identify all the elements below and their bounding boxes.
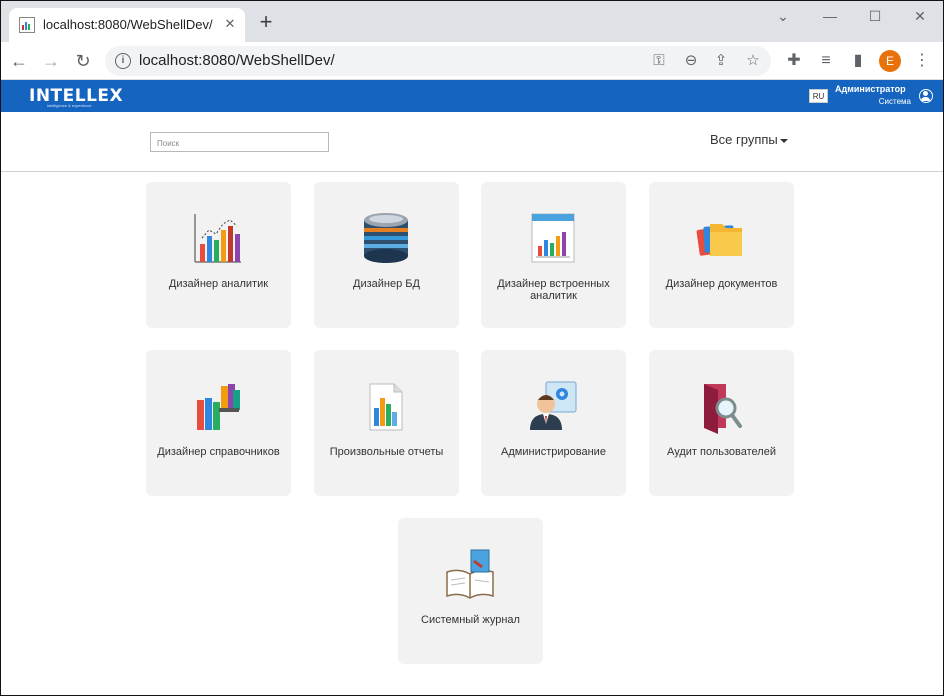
tile-label: Аудит пользователей <box>667 446 776 458</box>
favicon-icon <box>19 17 35 33</box>
bar-chart-icon <box>193 210 243 266</box>
intellex-logo[interactable]: INTELLEX intelligence & experience <box>29 86 123 108</box>
groups-label: Все группы <box>710 132 778 147</box>
zoom-icon[interactable]: ⊖ <box>681 51 701 71</box>
address-bar[interactable]: i localhost:8080/WebShellDev/ ⚿ ⊖ ⇪ ☆ <box>105 46 771 76</box>
url-text[interactable]: localhost:8080/WebShellDev/ <box>139 52 335 69</box>
user-account-icon[interactable] <box>919 89 933 103</box>
new-tab-button[interactable]: + <box>255 11 277 34</box>
audit-magnifier-icon <box>696 378 746 434</box>
tile-label: Системный журнал <box>421 614 520 626</box>
app-header: INTELLEX intelligence & experience RU Ад… <box>1 80 943 112</box>
bookmark-star-icon[interactable]: ☆ <box>743 51 763 71</box>
key-icon[interactable]: ⚿ <box>649 51 669 71</box>
site-info-icon[interactable]: i <box>115 53 131 69</box>
tile-embedded-analytics-designer[interactable]: Дизайнер встроенных аналитик <box>481 182 626 328</box>
user-role: Система <box>878 97 911 106</box>
close-window-button[interactable]: ✕ <box>906 5 934 27</box>
reload-button[interactable]: ↻ <box>71 49 95 73</box>
browser-window: localhost:8080/WebShellDev/ ✕ + ⌄ — ☐ ✕ … <box>0 0 944 696</box>
tab-title: localhost:8080/WebShellDev/ <box>43 17 213 32</box>
user-name[interactable]: Администратор <box>835 84 906 94</box>
report-chart-icon <box>528 210 578 266</box>
tile-system-log[interactable]: Системный журнал <box>398 518 543 664</box>
tile-label: Произвольные отчеты <box>329 446 444 458</box>
caret-down-icon <box>779 138 788 143</box>
forward-button[interactable]: → <box>39 49 63 73</box>
chevron-down-icon[interactable]: ⌄ <box>769 5 797 27</box>
close-tab-icon[interactable]: ✕ <box>221 15 239 33</box>
tile-label: Администрирование <box>501 446 606 458</box>
maximize-button[interactable]: ☐ <box>861 5 889 27</box>
tile-custom-reports[interactable]: Произвольные отчеты <box>314 350 459 496</box>
tile-label: Дизайнер БД <box>353 278 420 290</box>
back-button[interactable]: ← <box>7 49 31 73</box>
extensions-icon[interactable]: ✚ <box>783 50 805 72</box>
profile-avatar[interactable]: E <box>879 50 901 72</box>
browser-toolbar: ← → ↻ i localhost:8080/WebShellDev/ ⚿ ⊖ … <box>1 42 943 80</box>
tab-strip: localhost:8080/WebShellDev/ ✕ + ⌄ — ☐ ✕ <box>1 1 943 42</box>
tile-label: Дизайнер справочников <box>157 446 280 458</box>
tile-analytics-designer[interactable]: Дизайнер аналитик <box>146 182 291 328</box>
system-log-book-icon <box>445 546 495 602</box>
folders-icon <box>696 210 746 266</box>
language-switch[interactable]: RU <box>809 89 828 103</box>
tile-label: Дизайнер документов <box>665 278 778 290</box>
search-input[interactable] <box>151 134 328 153</box>
logo-tagline: intelligence & experience <box>47 103 92 108</box>
tile-db-designer[interactable]: Дизайнер БД <box>314 182 459 328</box>
header-divider <box>1 171 943 172</box>
browser-menu-icon[interactable]: ⋮ <box>911 50 933 72</box>
admin-user-icon <box>528 378 578 434</box>
tile-reference-designer[interactable]: Дизайнер справочников <box>146 350 291 496</box>
search-field[interactable] <box>150 132 329 153</box>
side-panel-icon[interactable]: ▮ <box>847 50 869 72</box>
books-icon <box>193 378 243 434</box>
share-icon[interactable]: ⇪ <box>711 51 731 71</box>
minimize-button[interactable]: — <box>816 5 844 27</box>
media-control-icon[interactable]: ≡ <box>815 50 837 72</box>
tile-label: Дизайнер встроенных аналитик <box>497 278 610 302</box>
tile-label: Дизайнер аналитик <box>168 278 269 290</box>
groups-dropdown[interactable]: Все группы <box>710 132 788 147</box>
database-icon <box>361 210 411 266</box>
tile-user-audit[interactable]: Аудит пользователей <box>649 350 794 496</box>
browser-tab[interactable]: localhost:8080/WebShellDev/ ✕ <box>9 8 245 42</box>
tile-documents-designer[interactable]: Дизайнер документов <box>649 182 794 328</box>
tile-administration[interactable]: Администрирование <box>481 350 626 496</box>
custom-report-icon <box>361 378 411 434</box>
